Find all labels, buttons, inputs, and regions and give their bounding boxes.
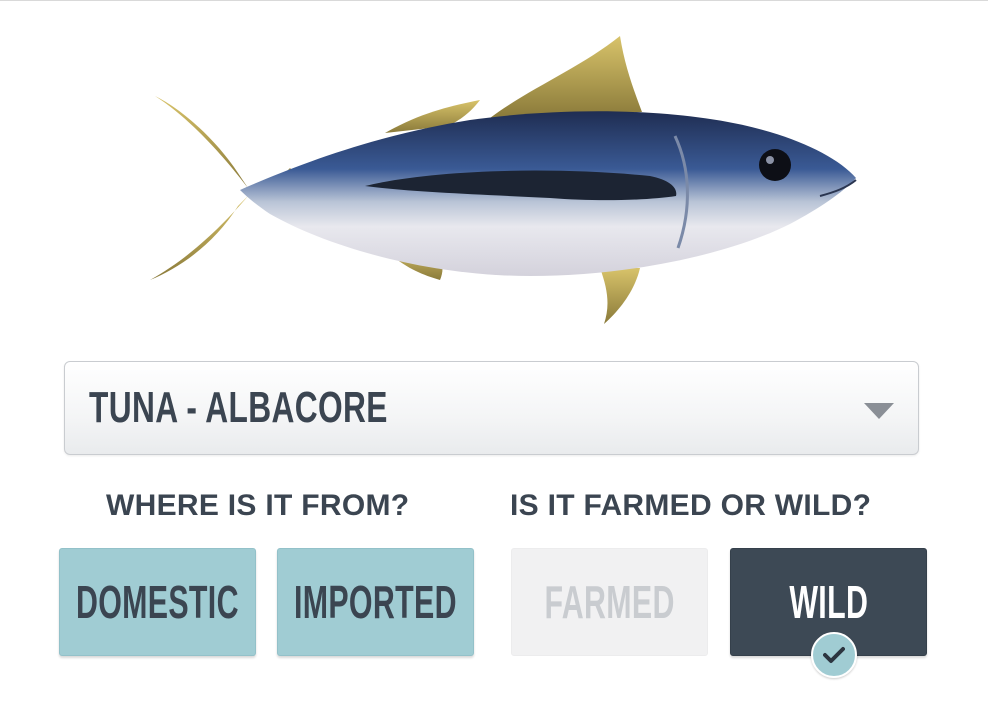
top-divider	[0, 0, 988, 1]
species-select[interactable]: TUNA - ALBACORE	[64, 361, 919, 455]
method-question: IS IT FARMED OR WILD?	[510, 489, 872, 522]
farmed-label: FARMED	[544, 576, 675, 628]
domestic-label: DOMESTIC	[76, 576, 239, 628]
albacore-tuna-image	[150, 36, 857, 324]
species-select-value: TUNA - ALBACORE	[89, 383, 388, 432]
wild-label: WILD	[789, 576, 868, 628]
checkmark-icon	[823, 647, 845, 663]
origin-question: WHERE IS IT FROM?	[106, 489, 410, 522]
domestic-button[interactable]: DOMESTIC	[59, 548, 256, 656]
imported-button[interactable]: IMPORTED	[277, 548, 474, 656]
chevron-down-icon	[864, 403, 894, 419]
farmed-button[interactable]: FARMED	[511, 548, 708, 656]
imported-label: IMPORTED	[294, 576, 457, 628]
selected-badge	[811, 632, 857, 678]
